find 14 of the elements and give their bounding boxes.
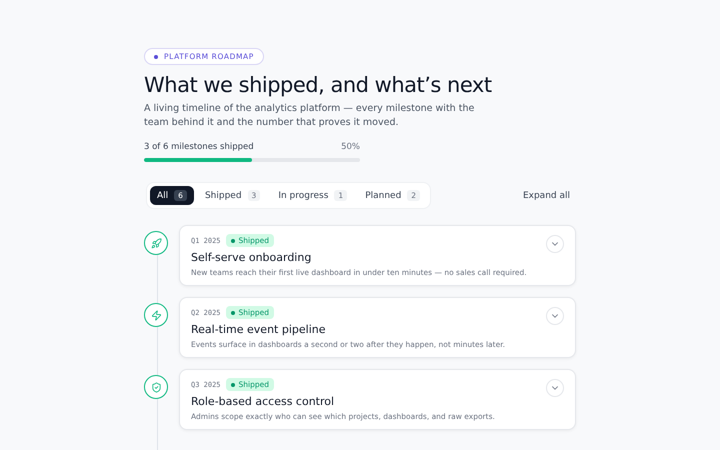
page-title: What we shipped, and what’s next: [144, 73, 493, 97]
milestone-title: Self-serve onboarding: [191, 251, 312, 264]
lightning-icon: [150, 310, 162, 320]
progress-reading: 50%: [341, 142, 360, 152]
milestone-title: Role-based access control: [191, 395, 336, 408]
shield-icon: [150, 382, 162, 392]
expand-button[interactable]: [546, 379, 564, 397]
expand-button[interactable]: [546, 235, 564, 253]
milestone-title: Real-time event pipeline: [191, 323, 326, 336]
page-subtitle: A living timeline of the analytics platform — every milestone with the team behind it and the number that proves it moved.: [144, 102, 476, 130]
expand-button[interactable]: [546, 307, 564, 325]
expand-all-link[interactable]: Expand all: [522, 190, 576, 200]
progress-label: 3 of 6 milestones shipped: [144, 142, 254, 152]
rocket-icon: [150, 238, 162, 248]
